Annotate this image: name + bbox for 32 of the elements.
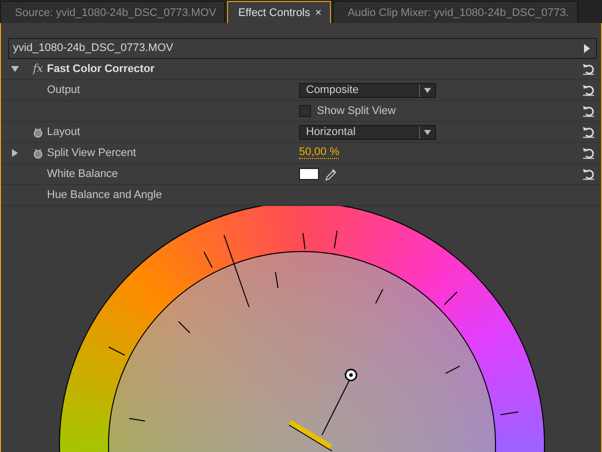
clip-title: yvid_1080-24b_DSC_0773.MOV <box>13 41 174 56</box>
property-label: White Balance <box>47 168 118 180</box>
eyedropper-icon[interactable] <box>325 168 337 180</box>
caret-icon[interactable] <box>424 88 431 92</box>
property-label: Output <box>47 84 80 96</box>
play-triangle-icon[interactable] <box>584 44 590 53</box>
effect-name: Fast Color Corrector <box>47 62 155 75</box>
dropdown[interactable]: Horizontal <box>299 124 436 140</box>
property-label: Hue Balance and Angle <box>47 188 162 201</box>
caret-icon[interactable] <box>424 130 431 134</box>
color-swatch[interactable] <box>299 168 319 180</box>
panel-tab[interactable]: Audio Clip Mixer: yvid_1080-24b_DSC_0773. <box>332 1 578 23</box>
property-label: Split View Percent <box>47 146 136 159</box>
reset-icon[interactable] <box>582 63 594 75</box>
collapse-triangle-icon[interactable] <box>11 65 19 73</box>
stopwatch-icon[interactable] <box>33 126 43 138</box>
checkbox-label: Show Split View <box>317 104 396 119</box>
fx-label: fx <box>32 60 44 77</box>
dropdown[interactable]: Composite <box>299 82 436 98</box>
stopwatch-icon[interactable] <box>33 148 43 158</box>
reset-icon[interactable] <box>582 84 594 96</box>
property-label: Layout <box>47 126 80 138</box>
panel-tab[interactable]: Source: yvid_1080-24b_DSC_0773.MOV <box>0 1 226 23</box>
reset-icon[interactable] <box>582 147 594 159</box>
expand-triangle-icon[interactable] <box>11 149 19 157</box>
reset-icon[interactable] <box>582 105 594 117</box>
reset-icon[interactable] <box>582 168 594 180</box>
panel-tab[interactable]: Effect Controls × <box>227 1 331 23</box>
reset-icon[interactable] <box>582 126 594 138</box>
tab-close-button[interactable]: × <box>315 7 322 19</box>
value-field[interactable]: 50,00 % <box>299 147 340 159</box>
checkbox[interactable] <box>299 105 311 117</box>
